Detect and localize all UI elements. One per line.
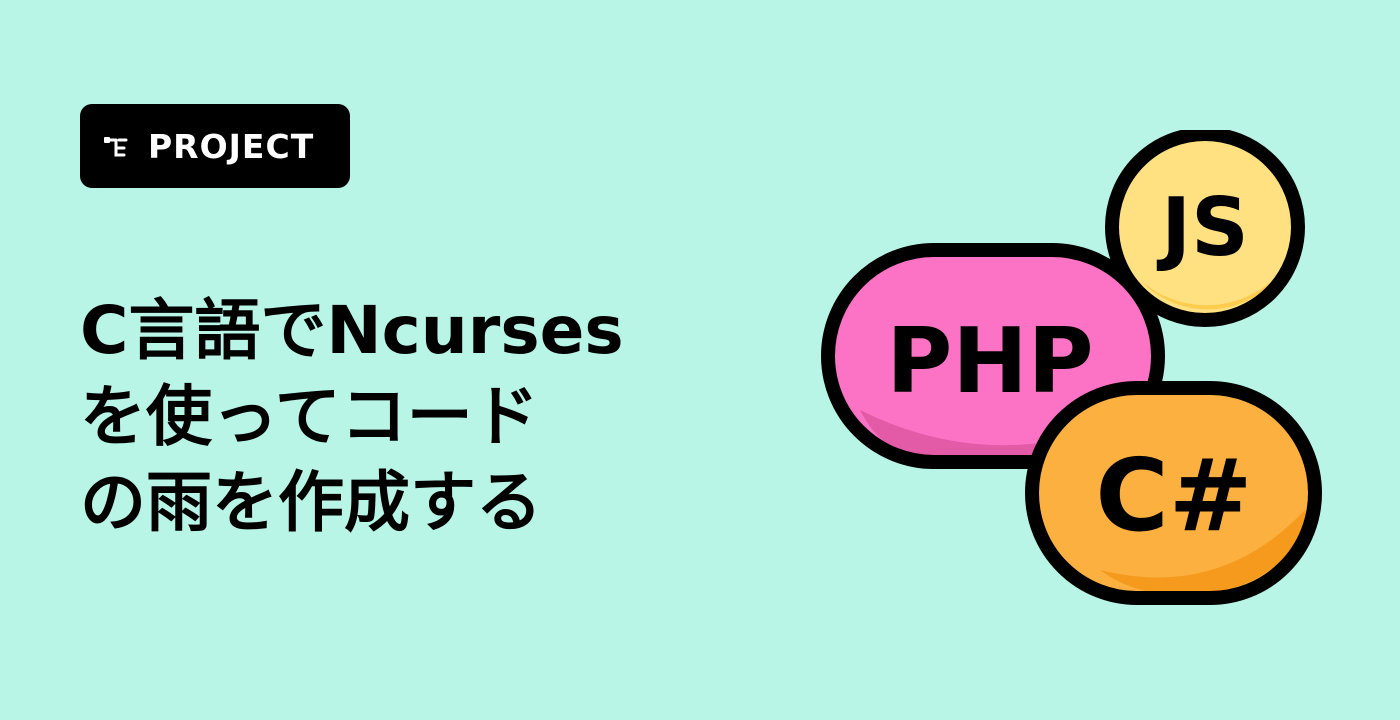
csharp-bubble-label: C# — [1095, 437, 1252, 554]
project-badge-label: PROJECT — [148, 126, 315, 166]
project-tree-icon — [102, 132, 134, 160]
page-title: C言語でNcurses を使ってコード の雨を作成する — [80, 288, 700, 546]
csharp-bubble-icon: C# — [1025, 381, 1322, 605]
title-line-3: の雨を作成する — [80, 464, 542, 541]
language-bubbles-illustration: JS PHP C# — [821, 130, 1322, 605]
title-line-2: を使ってコード — [80, 378, 539, 455]
js-bubble-label: JS — [1156, 181, 1248, 274]
project-badge: PROJECT — [80, 104, 350, 188]
php-bubble-label: PHP — [886, 309, 1093, 414]
banner-canvas: PROJECT C言語でNcurses を使ってコード の雨を作成する JS P… — [0, 0, 1400, 720]
title-line-1: C言語でNcurses — [80, 292, 624, 369]
